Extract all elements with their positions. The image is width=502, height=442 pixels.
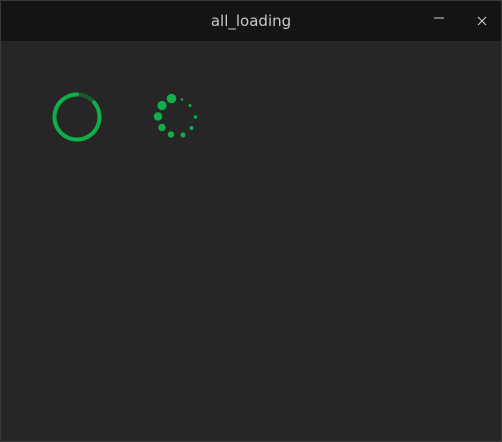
close-icon: [477, 16, 487, 26]
spinner-dot: [166, 93, 177, 104]
spinner-dot: [188, 104, 192, 107]
close-button[interactable]: [470, 9, 494, 33]
title-bar[interactable]: all_loading: [1, 1, 501, 41]
dot-spinner: [153, 93, 198, 138]
spinner-dot: [167, 131, 175, 138]
spinner-dot: [158, 123, 166, 132]
spinner-dot: [180, 132, 186, 138]
spinner-dot: [180, 98, 184, 101]
ring-spinner: [52, 92, 102, 142]
spinner-dot: [189, 126, 194, 130]
spinner-dot: [193, 115, 198, 119]
window-title: all_loading: [210, 12, 292, 30]
content-area: [1, 41, 501, 441]
minimize-icon: [434, 17, 444, 19]
minimize-button[interactable]: [427, 9, 451, 33]
ring-spinner-arc: [52, 92, 102, 142]
spinner-dot: [157, 100, 167, 111]
app-window: all_loading: [0, 0, 502, 442]
spinner-dot: [153, 112, 163, 121]
